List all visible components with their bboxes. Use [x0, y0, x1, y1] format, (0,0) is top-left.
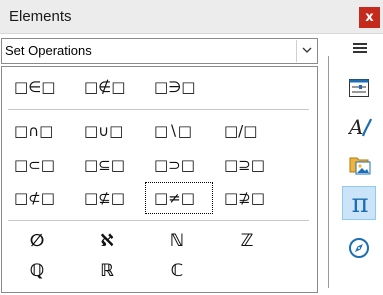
properties-icon [349, 79, 369, 97]
group-separator [8, 109, 309, 110]
element-item[interactable]: □∩□ [6, 119, 68, 143]
element-item[interactable]: □/□ [216, 119, 278, 143]
element-item[interactable]: □∋□ [146, 75, 208, 99]
element-item[interactable]: □⊂□ [6, 153, 68, 177]
sidebar-elements-button[interactable]: π [342, 186, 376, 220]
navigator-icon [349, 238, 369, 258]
svg-text:A: A [348, 115, 363, 138]
hamburger-icon[interactable] [350, 41, 370, 57]
window-title: Elements [9, 8, 72, 25]
element-item[interactable]: □⊉□ [216, 186, 278, 210]
gallery-icon [349, 157, 371, 175]
element-integers[interactable]: ℤ [217, 229, 277, 253]
element-item[interactable]: □⊈□ [76, 186, 138, 210]
element-complex[interactable]: ℂ [147, 259, 207, 283]
category-value: Set Operations [5, 43, 92, 58]
sidebar-properties-button[interactable] [342, 71, 376, 105]
pi-icon: π [351, 189, 369, 219]
element-item-selected[interactable]: □≠□ [145, 182, 213, 214]
sidebar-styles-button[interactable]: A [342, 108, 376, 142]
element-item[interactable]: □⊄□ [6, 186, 68, 210]
element-item[interactable]: □⊆□ [76, 153, 138, 177]
element-item[interactable]: □∈□ [6, 75, 68, 99]
element-item[interactable]: □⊃□ [146, 153, 208, 177]
category-dropdown[interactable]: Set Operations [1, 38, 318, 64]
element-reals[interactable]: ℝ [77, 259, 137, 283]
element-naturals[interactable]: ℕ [147, 229, 207, 253]
close-button[interactable]: x [359, 7, 380, 28]
title-bar: Elements x [0, 0, 383, 34]
sidebar-navigator-button[interactable] [342, 231, 376, 265]
element-item[interactable]: □∪□ [76, 119, 138, 143]
dropdown-arrow-button[interactable] [296, 40, 316, 62]
elements-panel: □∈□ □∉□ □∋□ □∩□ □∪□ □∖□ □/□ □⊂□ □⊆□ □⊃□ … [1, 66, 318, 293]
element-rationals[interactable]: ℚ [7, 259, 67, 283]
element-item[interactable]: □∖□ [146, 119, 208, 143]
styles-icon: A [348, 115, 372, 138]
sidebar-divider [328, 56, 329, 288]
sidebar-gallery-button[interactable] [342, 147, 376, 181]
element-item[interactable]: □∉□ [76, 75, 138, 99]
element-emptyset[interactable]: ∅ [7, 229, 67, 253]
element-item[interactable]: □⊇□ [216, 153, 278, 177]
chevron-down-icon [302, 47, 312, 53]
group-separator [8, 220, 309, 221]
element-aleph[interactable]: ℵ [77, 229, 137, 253]
